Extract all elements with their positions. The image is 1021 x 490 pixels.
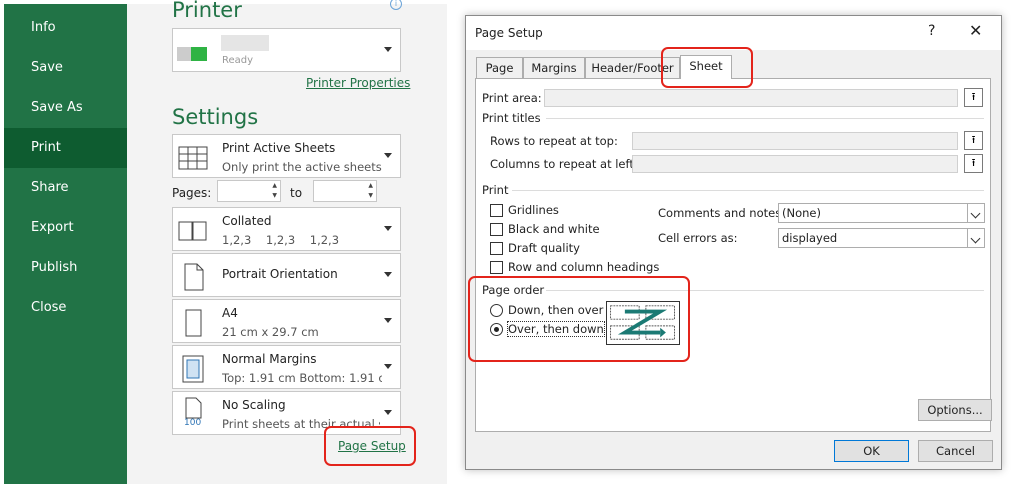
spin-up-icon[interactable]: ▲: [272, 182, 277, 189]
cell-errors-value: displayed: [782, 231, 838, 245]
backstage-nav: Info Save Save As Print Share Export Pub…: [4, 4, 127, 484]
paper-size-subtitle: 21 cm x 29.7 cm: [222, 325, 319, 339]
chevron-down-icon: [384, 318, 392, 323]
cancel-button[interactable]: Cancel: [918, 440, 993, 462]
rows-repeat-label: Rows to repeat at top:: [490, 134, 618, 148]
sheet-tab-highlight: [661, 47, 753, 88]
nav-item-export[interactable]: Export: [4, 208, 127, 248]
options-button[interactable]: Options...: [918, 399, 992, 421]
chevron-down-icon[interactable]: [967, 229, 984, 247]
chevron-down-icon: [384, 47, 392, 52]
chevron-down-icon: [384, 272, 392, 277]
nav-item-save[interactable]: Save: [4, 48, 127, 88]
print-area-picker-icon[interactable]: ⭱: [964, 88, 983, 107]
comments-select[interactable]: (None): [778, 203, 985, 223]
settings-heading: Settings: [172, 105, 259, 129]
black-white-label[interactable]: Black and white: [508, 222, 600, 236]
info-icon[interactable]: i: [390, 0, 402, 10]
nav-item-print[interactable]: Print: [4, 128, 127, 168]
nav-item-publish[interactable]: Publish: [4, 248, 127, 288]
cell-errors-label: Cell errors as:: [658, 231, 738, 245]
printer-icon: [177, 47, 191, 61]
divider: [512, 190, 984, 191]
print-pane: Printer i Ready Printer Properties Setti…: [127, 0, 447, 484]
ok-button[interactable]: OK: [834, 440, 909, 462]
black-white-checkbox[interactable]: [490, 223, 503, 236]
printer-status-icon: [191, 47, 207, 61]
draft-quality-checkbox[interactable]: [490, 242, 503, 255]
page-order-highlight: [468, 276, 690, 362]
dialog-title: Page Setup: [475, 26, 543, 40]
gridlines-label[interactable]: Gridlines: [508, 203, 559, 217]
tab-margins[interactable]: Margins: [523, 57, 585, 79]
scaling-title: No Scaling: [222, 398, 286, 412]
tab-page[interactable]: Page: [476, 57, 523, 79]
orientation-select[interactable]: Portrait Orientation: [172, 253, 401, 297]
printer-select[interactable]: Ready: [172, 28, 401, 72]
paper-size-select[interactable]: A4 21 cm x 29.7 cm: [172, 299, 401, 343]
chevron-down-icon: [384, 410, 392, 415]
cols-repeat-picker-icon[interactable]: ⭱: [964, 154, 983, 173]
spin-down-icon[interactable]: ▼: [272, 192, 277, 199]
printer-name-blur: [221, 35, 269, 51]
margins-title: Normal Margins: [222, 352, 317, 366]
page-setup-dialog: Page Setup ? ✕ Page Margins Header/Foote…: [465, 15, 1002, 470]
paper-size-title: A4: [222, 306, 238, 320]
print-what-subtitle: Only print the active sheets: [222, 160, 382, 174]
chevron-down-icon: [384, 153, 392, 158]
divider: [546, 118, 984, 119]
chevron-down-icon: [384, 364, 392, 369]
rows-repeat-input[interactable]: [632, 132, 958, 150]
row-col-headings-label[interactable]: Row and column headings: [508, 260, 659, 274]
pages-to-label: to: [290, 186, 303, 200]
sheet-tab-panel: Print area: ⭱ Print titles Rows to repea…: [475, 78, 992, 432]
pages-label: Pages:: [172, 186, 212, 200]
pages-from-input[interactable]: ▲ ▼: [217, 180, 281, 202]
portrait-page-icon: [184, 263, 204, 291]
printer-properties-link[interactable]: Printer Properties: [306, 76, 410, 90]
gridlines-checkbox[interactable]: [490, 204, 503, 217]
comments-value: (None): [782, 206, 821, 220]
comments-label: Comments and notes:: [658, 206, 786, 220]
nav-item-close[interactable]: Close: [4, 288, 127, 328]
print-area-label: Print area:: [482, 91, 542, 105]
nav-item-save-as[interactable]: Save As: [4, 88, 127, 128]
spin-down-icon[interactable]: ▼: [368, 192, 373, 199]
margins-subtitle: Top: 1.91 cm Bottom: 1.91 c...: [222, 371, 382, 385]
print-titles-label: Print titles: [482, 111, 541, 125]
printer-status: Ready: [222, 55, 254, 66]
print-area-input[interactable]: [544, 89, 958, 107]
scaling-badge: 100: [184, 418, 202, 428]
chevron-down-icon: [384, 226, 392, 231]
collation-subtitle: 1,2,3 1,2,3 1,2,3: [222, 233, 340, 247]
pages-to-input[interactable]: ▲ ▼: [313, 180, 377, 202]
print-group-label: Print: [482, 183, 509, 197]
margins-select[interactable]: Normal Margins Top: 1.91 cm Bottom: 1.91…: [172, 345, 401, 389]
orientation-title: Portrait Orientation: [222, 267, 338, 281]
spin-up-icon[interactable]: ▲: [368, 182, 373, 189]
printer-heading: Printer: [172, 0, 242, 22]
margins-icon: [182, 355, 204, 383]
paper-size-icon: [185, 309, 202, 337]
chevron-down-icon[interactable]: [967, 204, 984, 222]
collated-icon: [178, 221, 207, 241]
print-what-title: Print Active Sheets: [222, 141, 336, 155]
nav-item-info[interactable]: Info: [4, 8, 127, 48]
collation-select[interactable]: Collated 1,2,3 1,2,3 1,2,3: [172, 207, 401, 251]
sheet-grid-icon: [178, 146, 208, 170]
nav-item-share[interactable]: Share: [4, 168, 127, 208]
collation-title: Collated: [222, 214, 272, 228]
close-icon[interactable]: ✕: [969, 21, 982, 40]
row-col-headings-checkbox[interactable]: [490, 261, 503, 274]
help-icon[interactable]: ?: [928, 23, 935, 39]
cell-errors-select[interactable]: displayed: [778, 228, 985, 248]
dialog-titlebar: Page Setup ? ✕: [466, 16, 1001, 50]
rows-repeat-picker-icon[interactable]: ⭱: [964, 131, 983, 150]
print-what-select[interactable]: Print Active Sheets Only print the activ…: [172, 134, 401, 178]
draft-quality-label[interactable]: Draft quality: [508, 241, 580, 255]
page-setup-highlight: [324, 426, 416, 466]
cols-repeat-input[interactable]: [632, 155, 958, 173]
cols-repeat-label: Columns to repeat at left:: [490, 157, 638, 171]
